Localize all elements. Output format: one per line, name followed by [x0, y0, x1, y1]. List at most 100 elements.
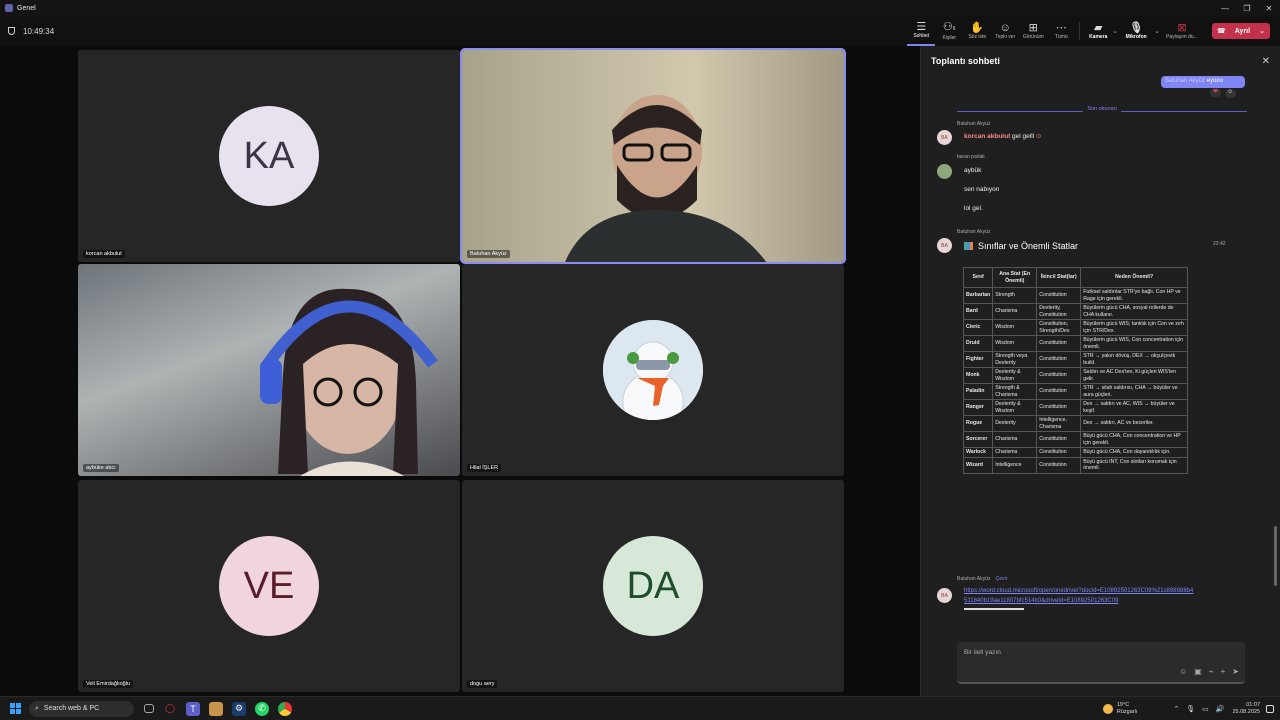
participant-name: Batuhan Akyüz — [467, 250, 510, 258]
participant-name: Veli Emirdağlıoğlu — [83, 680, 134, 688]
opera-icon[interactable]: ◯ — [163, 702, 177, 716]
participant-tile[interactable]: Hilal İŞLER — [462, 264, 844, 476]
window-controls: — ❐ ✕ — [1214, 4, 1280, 13]
table-cell: Cleric — [962, 319, 994, 336]
raise-hand-button[interactable]: ✋ Söz iste — [963, 16, 991, 46]
table-header: Ana Stat (En Önemli) — [992, 267, 1038, 288]
restore-icon[interactable]: ❐ — [1236, 4, 1258, 13]
close-icon[interactable]: ✕ — [1262, 56, 1270, 67]
react-button[interactable]: ☺ Tepki ver — [991, 16, 1019, 46]
table-body: Barbarian Strength Constitution Fiziksel sa… — [962, 287, 1188, 474]
message-compose-box[interactable]: Bir ileti yazın ☺ ▣ ⌁ + ➤ — [957, 642, 1245, 684]
table-cell: Constitution — [1036, 351, 1082, 368]
weather-desc: Rüzgarlı — [1116, 708, 1138, 715]
more-button[interactable]: ⋯ Tümü — [1047, 16, 1075, 46]
meeting-timer: 10:49:34 — [8, 27, 54, 36]
minimize-icon[interactable]: — — [1214, 4, 1236, 13]
message-sender: baran parlak — [957, 154, 985, 160]
weather-widget[interactable]: 19°C Rüzgarlı — [1102, 702, 1138, 715]
chat-scrollbar[interactable] — [1274, 526, 1277, 586]
view-button[interactable]: ⊞ Görünüm — [1019, 16, 1047, 46]
stop-share-icon: ⊠ — [1177, 22, 1187, 34]
package-icon[interactable] — [209, 701, 223, 716]
emoji-icon[interactable]: ☺ — [1179, 667, 1187, 676]
chat-button[interactable]: ☰ Sohbet — [907, 16, 936, 46]
chat-message[interactable]: Batuhan Akyüz BA Sınıflar ve Önemli Stat… — [937, 229, 1237, 253]
table-row: Wizard Intelligence Constitution Büyü gücü … — [962, 456, 1188, 474]
table-cell: Wisdom — [992, 319, 1038, 336]
table-row: Barbarian Strength Constitution Fiziksel sa… — [962, 287, 1188, 304]
whatsapp-icon[interactable]: ✆ — [255, 701, 269, 716]
people-button[interactable]: ⚇6 Kişiler — [935, 16, 963, 46]
mic-button[interactable]: 🎙 Mikrofon — [1118, 16, 1154, 46]
table-row: Paladin Strength & Charisma Constitution ST… — [962, 383, 1188, 400]
teams-icon[interactable]: T — [186, 701, 200, 716]
participant-tile[interactable]: aybüke atıcı — [78, 264, 460, 476]
avatar — [603, 320, 703, 420]
reaction-icon[interactable]: ⊙ — [1036, 133, 1041, 140]
chevron-up-icon[interactable]: ⌃ — [1173, 705, 1179, 713]
chat-message[interactable]: Batuhan Akyüz Çevir BA https://word.clou… — [937, 576, 1237, 610]
participant-tile[interactable]: Batuhan Akyüz — [460, 48, 846, 264]
document-link[interactable]: https://word.cloud.microsoft/open/onedri… — [964, 586, 1194, 606]
close-window-icon[interactable]: ✕ — [1258, 4, 1280, 13]
table-row: Sorcerer Charisma Constitution Büyü gücü CH… — [962, 431, 1188, 448]
table-row: Rogue Dexterity Intelligence, Charisma Dex … — [962, 415, 1188, 432]
chat-title: Toplantı sohbeti — [931, 56, 1000, 66]
table-header: Neden Önemli? — [1080, 267, 1188, 288]
message-sender: Batuhan Akyüz — [957, 121, 991, 127]
table-header: Sınıf — [962, 267, 994, 288]
smile-reaction-icon[interactable]: ☺ — [1224, 89, 1236, 98]
timer-text: 10:49:34 — [23, 26, 55, 36]
table-cell: Fiziksel saldırılar STR'ye bağlı. Con HP… — [1080, 287, 1188, 304]
table-cell: Constitution — [1036, 456, 1082, 474]
people-label: Kişiler — [942, 35, 957, 41]
participant-tile[interactable]: VE Veli Emirdağlıoğlu — [78, 480, 460, 692]
send-icon[interactable]: ➤ — [1232, 667, 1239, 676]
chrome-icon[interactable] — [278, 701, 292, 716]
chart-icon — [964, 242, 973, 250]
steam-icon[interactable]: ⚙ — [232, 701, 246, 716]
chat-label: Sohbet — [913, 33, 930, 39]
table-row: Cleric Wisdom Constitution, Strength/Dex Bü… — [962, 319, 1188, 336]
volume-icon[interactable]: 🔊 — [1216, 705, 1225, 713]
share-button[interactable]: ⊠ Paylaşım du... — [1160, 16, 1204, 46]
table-cell: Constitution — [1036, 383, 1082, 400]
table-cell: Dexterity — [992, 415, 1038, 432]
weather-icon — [1102, 703, 1113, 714]
mic-tray-icon[interactable]: 🎙 — [1186, 705, 1195, 713]
taskbar-search[interactable]: ⌕ Search web & PC — [29, 700, 134, 717]
avatar: BA — [937, 130, 952, 145]
plus-icon[interactable]: + — [1221, 667, 1226, 676]
card-title: Sınıflar ve Önemli Statlar — [978, 241, 1079, 251]
translate-link[interactable]: Çevir — [996, 576, 1008, 582]
heart-reaction-icon[interactable]: ❤ — [1210, 88, 1221, 97]
table-header-row: Sınıf Ana Stat (En Önemli) İkincil Stat(… — [962, 267, 1188, 288]
attach-icon[interactable]: ⌁ — [1209, 667, 1214, 676]
camera-button[interactable]: ▰ Kamera — [1084, 16, 1112, 46]
participant-tile[interactable]: DA dogu aery — [462, 480, 844, 692]
participant-tile[interactable]: KA korcan akbulut — [78, 50, 460, 262]
divider-label: Son okunan — [1083, 106, 1121, 112]
message-sender: Batuhan Akyüz — [957, 229, 991, 235]
task-view-icon[interactable] — [144, 704, 154, 713]
notification-icon[interactable] — [1266, 704, 1274, 713]
compose-placeholder: Bir ileti yazın — [964, 649, 1001, 656]
leave-chevron-icon[interactable]: ⌄ — [1259, 27, 1265, 35]
leave-button[interactable]: ☎ Ayrıl ⌄ — [1212, 23, 1270, 39]
gif-icon[interactable]: ▣ — [1194, 667, 1202, 676]
table-cell: Büyülerin gücü CHA, sosyal rollerde de C… — [1080, 303, 1188, 320]
start-icon[interactable] — [10, 703, 21, 714]
mention[interactable]: korcan akbulut — [964, 133, 1010, 140]
table-cell: Büyülerin gücü WIS, Con concentration iç… — [1080, 335, 1188, 352]
taskbar-clock[interactable]: 01:07 25.08.2025 — [1232, 702, 1260, 716]
table-cell: Constitution — [1036, 447, 1082, 458]
snowman-icon — [603, 320, 703, 420]
own-message-bubble[interactable]: Batuhan Akyüz eyooo — [1161, 76, 1245, 88]
class-stats-table: Sınıf Ana Stat (En Önemli) İkincil Stat(… — [962, 267, 1188, 474]
participant-name: aybüke atıcı — [83, 464, 119, 472]
table-row: Fighter Strength veya Dexterity Constituti… — [962, 351, 1188, 368]
chat-message[interactable]: baran parlak aybük sen nabıyon lol gel. — [937, 154, 1237, 212]
network-icon[interactable]: ▭ — [1202, 705, 1209, 713]
chat-message[interactable]: Batuhan Akyüz BA korcan akbulut gel gell… — [937, 121, 1237, 145]
